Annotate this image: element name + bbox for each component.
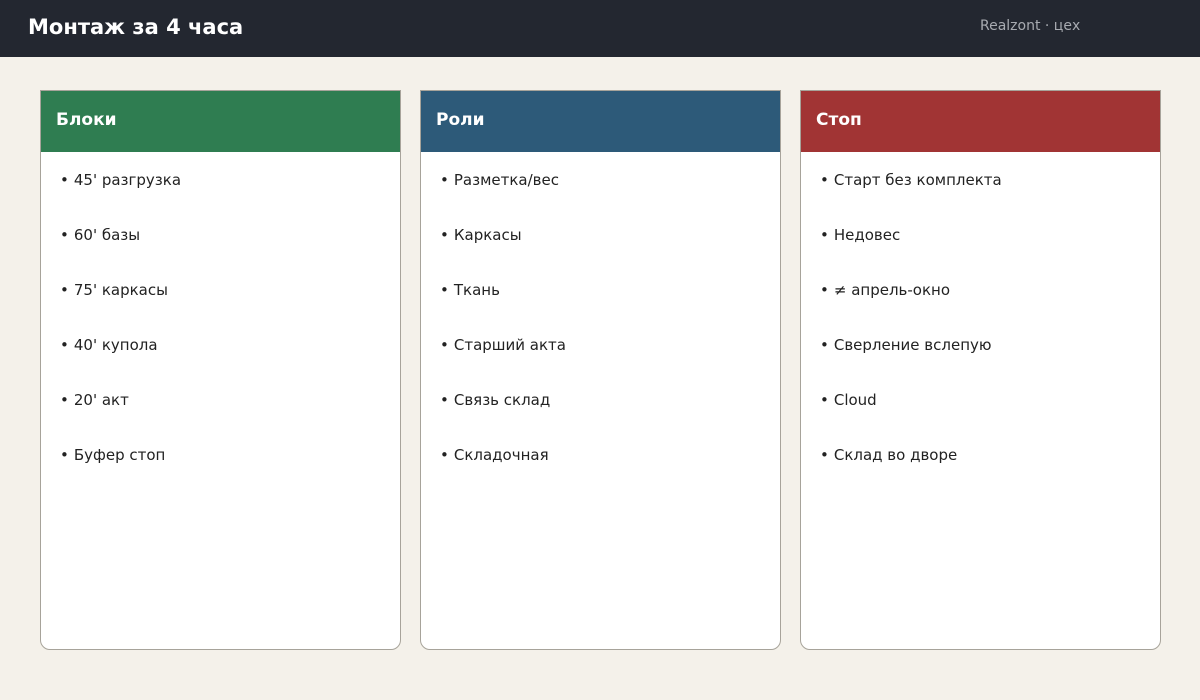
bullet-icon: • [820,446,829,464]
roles-column-header: Роли [421,91,780,152]
bullet-icon: • [440,281,449,299]
bullet-icon: • [440,391,449,409]
bullet-icon: • [440,171,449,189]
list-item: • Буфер стоп [60,445,400,500]
bullet-icon: • [820,226,829,244]
bullet-icon: • [60,226,69,244]
roles-column: Роли • Разметка/вес • Каркасы • Ткань • Стар… [420,90,781,650]
list-item: • 40' купола [60,335,400,390]
list-item: • Старт без комплекта [820,170,1160,225]
list-item: • 20' акт [60,390,400,445]
bullet-icon: • [820,281,829,299]
list-item-text: Связь склад [453,391,551,409]
list-item-text: 45' разгрузка [73,171,182,189]
list-item: • 45' разгрузка [60,170,400,225]
list-item-text: Ткань [453,281,500,299]
list-item: • 75' каркасы [60,280,400,335]
list-item-text: 40' купола [73,336,158,354]
list-item: • ≠ апрель-окно [820,280,1160,335]
list-item: • Cloud [820,390,1160,445]
blocks-column-header: Блоки [41,91,400,152]
list-item: • Связь склад [440,390,780,445]
top-bar: Монтаж за 4 часа Realzont · цех [0,0,1200,57]
workshop-label: Realzont · цех [980,18,1081,34]
bullet-icon: • [60,446,69,464]
list-item-text: Буфер стоп [73,446,166,464]
bullet-icon: • [60,281,69,299]
bullet-icon: • [440,446,449,464]
list-item-text: Склад во дворе [833,446,958,464]
list-item: • Старший акта [440,335,780,390]
list-item-text: Cloud [833,391,877,409]
list-item: • Каркасы [440,225,780,280]
list-item-text: Сверление вслепую [833,336,992,354]
list-item-text: 60' базы [73,226,141,244]
roles-list: • Разметка/вес • Каркасы • Ткань • Старший а… [421,152,780,500]
bullet-icon: • [440,226,449,244]
bullet-icon: • [820,171,829,189]
list-item: • Разметка/вес [440,170,780,225]
list-item-text: Старт без комплекта [833,171,1002,189]
stops-column-header: Стоп [801,91,1160,152]
stops-column: Стоп • Старт без комплекта • Недовес • ≠ ап… [800,90,1161,650]
list-item-text: 20' акт [73,391,129,409]
bullet-icon: • [60,336,69,354]
list-item-text: Складочная [453,446,549,464]
list-item: • Ткань [440,280,780,335]
list-item: • Склад во дворе [820,445,1160,500]
list-item-text: Недовес [833,226,901,244]
list-item-text: ≠ апрель-окно [833,281,951,299]
bullet-icon: • [820,391,829,409]
bullet-icon: • [820,336,829,354]
list-item-text: Старший акта [453,336,566,354]
list-item: • Недовес [820,225,1160,280]
bullet-icon: • [440,336,449,354]
list-item-text: Разметка/вес [453,171,559,189]
page-title: Монтаж за 4 часа [28,15,244,39]
blocks-column: Блоки • 45' разгрузка • 60' базы • 75' карк… [40,90,401,650]
bullet-icon: • [60,171,69,189]
list-item: • Складочная [440,445,780,500]
bullet-icon: • [60,391,69,409]
blocks-list: • 45' разгрузка • 60' базы • 75' каркасы • 4… [41,152,400,500]
list-item: • 60' базы [60,225,400,280]
stops-list: • Старт без комплекта • Недовес • ≠ апрель-… [801,152,1160,500]
list-item-text: Каркасы [453,226,522,244]
list-item: • Сверление вслепую [820,335,1160,390]
list-item-text: 75' каркасы [73,281,168,299]
